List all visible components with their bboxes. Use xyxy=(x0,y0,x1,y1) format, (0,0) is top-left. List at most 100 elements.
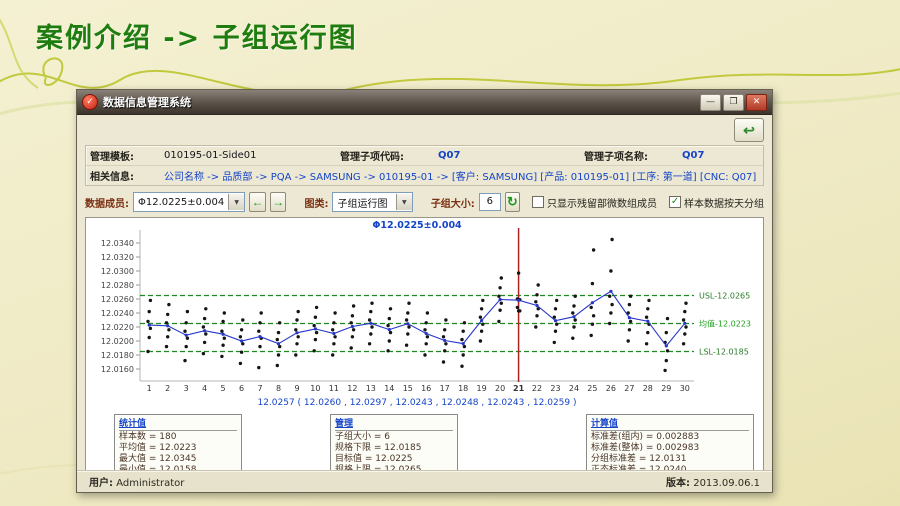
svg-text:15: 15 xyxy=(403,384,413,393)
svg-text:27: 27 xyxy=(624,384,634,393)
subitem-code-label: 管理子项代码: xyxy=(340,148,432,163)
run-chart[interactable]: Φ12.0225±0.00412.034012.032012.030012.02… xyxy=(86,218,763,414)
svg-text:24: 24 xyxy=(569,384,579,393)
controls-row: 数据成员: Φ12.0225±0.004 ▼ ← → 图类: 子组运行图 ▼ 子… xyxy=(85,189,764,215)
svg-text:12.0240: 12.0240 xyxy=(101,309,134,318)
group-by-day-label: 样本数据按天分组 xyxy=(684,195,764,210)
version-label: 版本: xyxy=(666,478,690,489)
stats-row-item: 分组标准差 = 12.0131 xyxy=(591,454,749,465)
stats-panel-title: 统计值 xyxy=(119,416,237,431)
stats-row-item: 标准差(组内) = 0.002883 xyxy=(591,432,749,443)
app-window: ✓ 数据信息管理系统 — ❐ ✕ ↩ 管理模板: 010195-01-Side0… xyxy=(76,89,773,493)
chevron-down-icon: ▼ xyxy=(396,194,412,210)
svg-text:30: 30 xyxy=(680,384,690,393)
svg-text:7: 7 xyxy=(257,384,262,393)
stats-row-item: 平均值 = 12.0223 xyxy=(119,443,237,454)
svg-text:20: 20 xyxy=(495,384,505,393)
window-title: 数据信息管理系统 xyxy=(103,94,700,110)
user-label: 用户: xyxy=(89,478,113,489)
stats-panel-title: 计算值 xyxy=(591,416,749,431)
chevron-down-icon: ▼ xyxy=(228,194,244,210)
svg-text:19: 19 xyxy=(477,384,487,393)
subgroup-size-input[interactable]: 6 xyxy=(479,193,501,211)
next-member-button[interactable]: → xyxy=(270,192,287,212)
svg-text:12.0180: 12.0180 xyxy=(101,351,134,360)
status-version: 版本: 2013.09.06.1 xyxy=(666,474,760,489)
status-bar: 用户: Administrator 版本: 2013.09.06.1 xyxy=(77,470,772,492)
svg-text:12.0160: 12.0160 xyxy=(101,365,134,374)
chart-type-value: 子组运行图 xyxy=(337,195,391,210)
svg-text:10: 10 xyxy=(310,384,320,393)
data-member-value: Φ12.0225±0.004 xyxy=(138,197,224,208)
undo-arrow-icon: ↩ xyxy=(743,122,755,138)
window-controls: — ❐ ✕ xyxy=(700,94,767,111)
breadcrumb: 公司名称 -> 品质部 -> PQA -> SAMSUNG -> 010195-… xyxy=(164,168,756,183)
svg-text:25: 25 xyxy=(587,384,597,393)
svg-text:Φ12.0225±0.004: Φ12.0225±0.004 xyxy=(372,220,462,231)
subitem-name-value: Q07 xyxy=(682,150,704,161)
svg-text:18: 18 xyxy=(458,384,468,393)
status-user: 用户: Administrator xyxy=(89,474,184,489)
chart-type-select[interactable]: 子组运行图 ▼ xyxy=(332,192,412,212)
svg-text:12.0300: 12.0300 xyxy=(101,267,134,276)
svg-text:6: 6 xyxy=(239,384,244,393)
svg-text:23: 23 xyxy=(550,384,560,393)
svg-text:13: 13 xyxy=(366,384,376,393)
show-residual-label: 只显示残留部微数组成员 xyxy=(547,195,657,210)
svg-text:5: 5 xyxy=(221,384,226,393)
svg-text:12.0200: 12.0200 xyxy=(101,337,134,346)
svg-text:12.0340: 12.0340 xyxy=(101,239,134,248)
app-logo-icon: ✓ xyxy=(82,94,98,110)
slide-title: 案例介绍 -> 子组运行图 xyxy=(36,16,358,55)
svg-text:9: 9 xyxy=(294,384,299,393)
template-value: 010195-01-Side01 xyxy=(164,150,314,161)
svg-text:29: 29 xyxy=(661,384,671,393)
svg-text:8: 8 xyxy=(276,384,281,393)
data-member-select[interactable]: Φ12.0225±0.004 ▼ xyxy=(133,192,245,212)
window-titlebar[interactable]: ✓ 数据信息管理系统 — ❐ ✕ xyxy=(77,90,772,115)
subgroup-size-label: 子组大小: xyxy=(431,195,475,210)
stats-row-item: 样本数 = 180 xyxy=(119,432,237,443)
svg-text:LSL-12.0185: LSL-12.0185 xyxy=(699,348,749,357)
svg-text:12.0260: 12.0260 xyxy=(101,295,134,304)
stats-row-item: 标准差(整体) = 0.002983 xyxy=(591,443,749,454)
group-by-day-checkbox[interactable]: ✓ 样本数据按天分组 xyxy=(669,195,764,210)
svg-text:16: 16 xyxy=(421,384,431,393)
checkbox-checked-icon: ✓ xyxy=(669,196,681,208)
data-member-label: 数据成员: xyxy=(85,195,129,210)
svg-text:22: 22 xyxy=(532,384,542,393)
svg-text:12.0220: 12.0220 xyxy=(101,323,134,332)
svg-text:11: 11 xyxy=(329,384,339,393)
stats-row-item: 规格下限 = 12.0185 xyxy=(335,443,453,454)
stats-row-item: 最大值 = 12.0345 xyxy=(119,454,237,465)
svg-text:USL-12.0265: USL-12.0265 xyxy=(699,292,750,301)
svg-text:均值-12.0223: 均值-12.0223 xyxy=(699,319,751,329)
svg-text:17: 17 xyxy=(440,384,450,393)
prev-member-button[interactable]: ← xyxy=(249,192,266,212)
svg-text:12.0257 ( 12.0260 , 12.0297 ,: 12.0257 ( 12.0260 , 12.0297 , 12.0243 , … xyxy=(257,398,576,408)
info-row-template: 管理模板: 010195-01-Side01 管理子项代码: Q07 管理子项名… xyxy=(86,146,763,166)
version-value: 2013.09.06.1 xyxy=(693,478,760,489)
minimize-button[interactable]: — xyxy=(700,94,721,111)
svg-text:14: 14 xyxy=(384,384,394,393)
run-chart-svg: Φ12.0225±0.00412.034012.032012.030012.02… xyxy=(86,218,763,414)
info-row-related: 相关信息: 公司名称 -> 品质部 -> PQA -> SAMSUNG -> 0… xyxy=(86,166,763,185)
show-residual-checkbox[interactable]: 只显示残留部微数组成员 xyxy=(532,195,657,210)
refresh-button[interactable]: ↻ xyxy=(505,192,520,212)
subitem-name-label: 管理子项名称: xyxy=(584,148,676,163)
stats-panel-title: 管理 xyxy=(335,416,453,431)
maximize-button[interactable]: ❐ xyxy=(723,94,744,111)
stats-row-item: 子组大小 = 6 xyxy=(335,432,453,443)
svg-text:12.0280: 12.0280 xyxy=(101,281,134,290)
svg-text:12: 12 xyxy=(347,384,357,393)
back-button[interactable]: ↩ xyxy=(734,118,764,142)
svg-text:2: 2 xyxy=(165,384,170,393)
user-value: Administrator xyxy=(116,478,184,489)
svg-text:28: 28 xyxy=(643,384,653,393)
checkbox-unchecked-icon xyxy=(532,196,544,208)
close-button[interactable]: ✕ xyxy=(746,94,767,111)
chart-panel: Φ12.0225±0.00412.034012.032012.030012.02… xyxy=(85,217,764,477)
related-info-label: 相关信息: xyxy=(90,168,158,183)
chart-type-label: 图类: xyxy=(304,195,328,210)
svg-text:3: 3 xyxy=(184,384,189,393)
